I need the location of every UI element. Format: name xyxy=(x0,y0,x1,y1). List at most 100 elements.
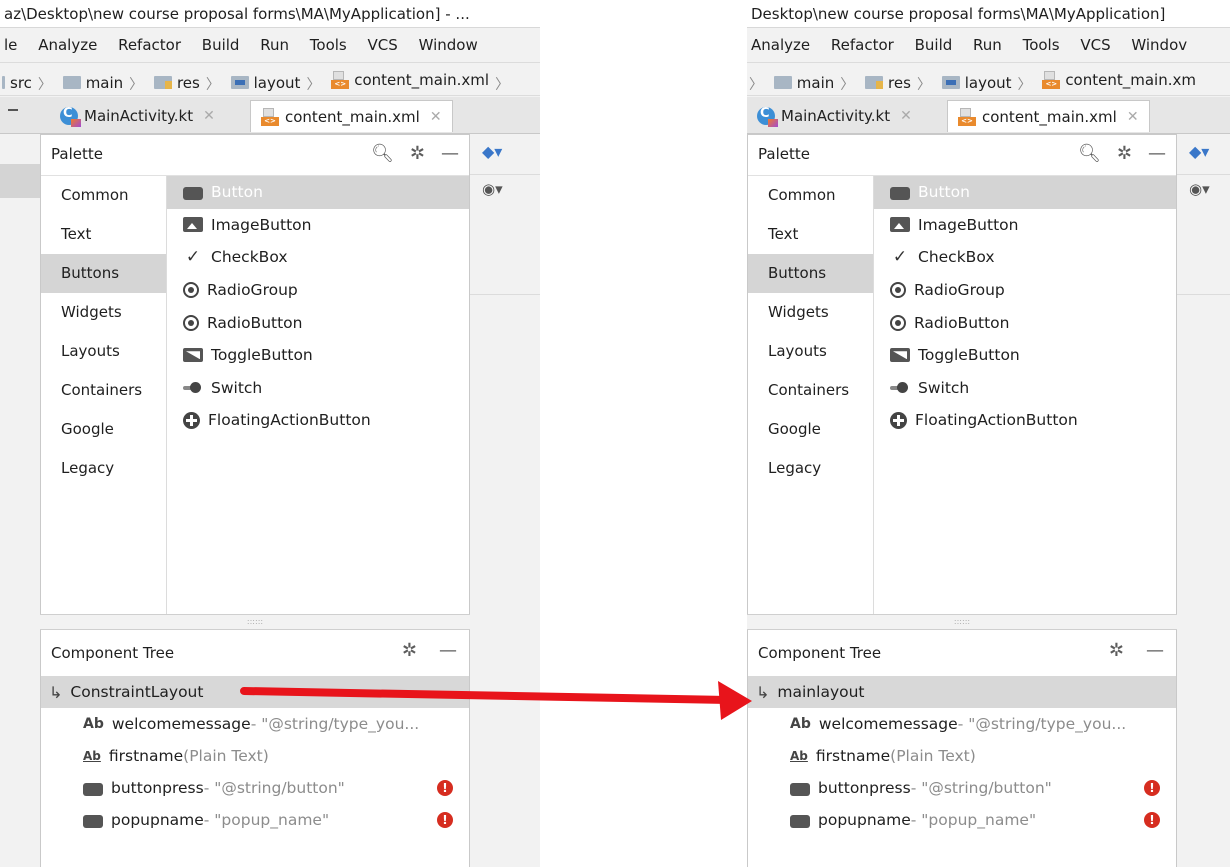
breadcrumb-res[interactable]: res xyxy=(865,66,911,100)
palette-item-togglebutton[interactable]: ToggleButton xyxy=(874,339,1176,372)
error-icon[interactable]: ! xyxy=(437,812,453,828)
minimize-icon[interactable]: — xyxy=(1148,143,1166,164)
category-layouts[interactable]: Layouts xyxy=(748,332,873,371)
breadcrumb-res[interactable]: res xyxy=(153,66,200,100)
palette-item-radiogroup[interactable]: RadioGroup xyxy=(874,274,1176,307)
breadcrumb-file[interactable]: <> content_main.xml xyxy=(331,63,489,97)
menu-item-build[interactable]: Build xyxy=(202,36,240,54)
gear-icon[interactable]: ✲ xyxy=(1117,143,1132,164)
eye-icon[interactable]: ◉▾ xyxy=(1189,180,1210,198)
menu-item-window[interactable]: Windov xyxy=(1131,36,1187,54)
palette-item-imagebutton[interactable]: ImageButton xyxy=(874,209,1176,242)
panel-splitter[interactable]: :::::: xyxy=(747,614,1177,630)
search-icon[interactable]: 🔍︎ xyxy=(371,143,394,164)
tree-node-firstname[interactable]: Ab firstname(Plain Text) xyxy=(41,740,469,772)
layers-icon[interactable]: ◆▾ xyxy=(482,142,502,161)
tree-node-buttonpress[interactable]: buttonpress- "@string/button" ! xyxy=(41,772,469,804)
error-icon[interactable]: ! xyxy=(437,780,453,796)
close-icon[interactable]: ✕ xyxy=(900,108,912,124)
palette-item-radiobutton[interactable]: RadioButton xyxy=(874,306,1176,339)
menu-item-build[interactable]: Build xyxy=(915,36,953,54)
gear-icon[interactable]: ✲ xyxy=(410,143,425,164)
breadcrumb-main[interactable]: main xyxy=(62,66,123,100)
tree-root-node[interactable]: ↳ mainlayout xyxy=(748,676,1176,708)
tree-node-buttonpress[interactable]: buttonpress- "@string/button" ! xyxy=(748,772,1176,804)
layers-icon[interactable]: ◆▾ xyxy=(1189,142,1209,161)
close-icon[interactable]: ✕ xyxy=(203,108,215,124)
menu-item-analyze[interactable]: Analyze xyxy=(751,36,810,54)
tab-content-main[interactable]: <> content_main.xml ✕ xyxy=(947,100,1150,132)
add-circle-icon xyxy=(183,411,200,429)
palette-item-checkbox[interactable]: ✓ CheckBox xyxy=(874,241,1176,274)
panel-splitter[interactable]: :::::: xyxy=(40,614,470,630)
search-icon[interactable]: 🔍︎ xyxy=(1078,143,1101,164)
breadcrumb-main[interactable]: main xyxy=(773,66,834,100)
tree-node-popupname[interactable]: popupname- "popup_name" ! xyxy=(41,804,469,836)
tree-root-node[interactable]: ↳ ConstraintLayout xyxy=(41,676,469,708)
menu-item[interactable]: le xyxy=(4,36,17,54)
category-widgets[interactable]: Widgets xyxy=(41,293,166,332)
category-widgets[interactable]: Widgets xyxy=(748,293,873,332)
gear-icon[interactable]: ✲ xyxy=(402,640,417,661)
minimize-icon[interactable]: — xyxy=(441,143,459,164)
error-icon[interactable]: ! xyxy=(1144,812,1160,828)
palette-item-switch[interactable]: Switch xyxy=(167,372,469,405)
category-buttons[interactable]: Buttons xyxy=(41,254,166,293)
menu-item-refactor[interactable]: Refactor xyxy=(831,36,894,54)
tree-node-welcomemessage[interactable]: Ab welcomemessage- "@string/type_you... xyxy=(748,708,1176,740)
error-icon[interactable]: ! xyxy=(1144,780,1160,796)
palette-title: Palette xyxy=(758,145,810,163)
gear-icon[interactable]: ✲ xyxy=(1109,640,1124,661)
close-icon[interactable]: ✕ xyxy=(1127,109,1139,125)
category-containers[interactable]: Containers xyxy=(41,371,166,410)
category-containers[interactable]: Containers xyxy=(748,371,873,410)
palette-item-togglebutton[interactable]: ToggleButton xyxy=(167,339,469,372)
category-layouts[interactable]: Layouts xyxy=(41,332,166,371)
menu-item-analyze[interactable]: Analyze xyxy=(38,36,97,54)
palette-item-checkbox[interactable]: ✓ CheckBox xyxy=(167,241,469,274)
category-google[interactable]: Google xyxy=(748,410,873,449)
tab-mainactivity[interactable]: MainActivity.kt ✕ xyxy=(747,100,922,132)
category-common[interactable]: Common xyxy=(41,176,166,215)
palette-item-button[interactable]: Button xyxy=(167,176,469,209)
palette-item-switch[interactable]: Switch xyxy=(874,372,1176,405)
menu-item-vcs[interactable]: VCS xyxy=(1080,36,1110,54)
menu-item-run[interactable]: Run xyxy=(260,36,289,54)
breadcrumb-layout[interactable]: layout xyxy=(230,66,300,100)
category-common[interactable]: Common xyxy=(748,176,873,215)
category-legacy[interactable]: Legacy xyxy=(748,449,873,488)
menu-item-window[interactable]: Window xyxy=(419,36,478,54)
tab-content-main[interactable]: <> content_main.xml ✕ xyxy=(250,100,453,132)
minimize-icon[interactable] xyxy=(8,109,18,111)
menu-item-refactor[interactable]: Refactor xyxy=(118,36,181,54)
breadcrumb-src[interactable]: src xyxy=(2,66,32,100)
menu-item-run[interactable]: Run xyxy=(973,36,1002,54)
palette-item-fab[interactable]: FloatingActionButton xyxy=(167,404,469,437)
breadcrumb-file[interactable]: <> content_main.xm xyxy=(1042,63,1196,97)
palette-item-button[interactable]: Button xyxy=(874,176,1176,209)
xml-file-icon: <> xyxy=(331,71,350,89)
tab-mainactivity[interactable]: MainActivity.kt ✕ xyxy=(50,100,225,132)
menu-item-tools[interactable]: Tools xyxy=(310,36,347,54)
category-buttons[interactable]: Buttons xyxy=(748,254,873,293)
palette-item-fab[interactable]: FloatingActionButton xyxy=(874,404,1176,437)
eye-icon[interactable]: ◉▾ xyxy=(482,180,503,198)
tree-node-firstname[interactable]: Ab firstname(Plain Text) xyxy=(748,740,1176,772)
close-icon[interactable]: ✕ xyxy=(430,109,442,125)
tree-node-popupname[interactable]: popupname- "popup_name" ! xyxy=(748,804,1176,836)
xml-file-icon: <> xyxy=(958,107,976,126)
category-text[interactable]: Text xyxy=(41,215,166,254)
category-text[interactable]: Text xyxy=(748,215,873,254)
breadcrumb-layout[interactable]: layout xyxy=(941,66,1012,100)
palette-item-imagebutton[interactable]: ImageButton xyxy=(167,209,469,242)
palette-item-radiobutton[interactable]: RadioButton xyxy=(167,306,469,339)
menu-item-tools[interactable]: Tools xyxy=(1023,36,1060,54)
palette-item-radiogroup[interactable]: RadioGroup xyxy=(167,274,469,307)
tree-node-welcomemessage[interactable]: Ab welcomemessage- "@string/type_you... xyxy=(41,708,469,740)
category-google[interactable]: Google xyxy=(41,410,166,449)
minimize-icon[interactable]: — xyxy=(1146,640,1164,661)
add-circle-icon xyxy=(890,411,907,429)
menu-item-vcs[interactable]: VCS xyxy=(368,36,398,54)
minimize-icon[interactable]: — xyxy=(439,640,457,661)
category-legacy[interactable]: Legacy xyxy=(41,449,166,488)
